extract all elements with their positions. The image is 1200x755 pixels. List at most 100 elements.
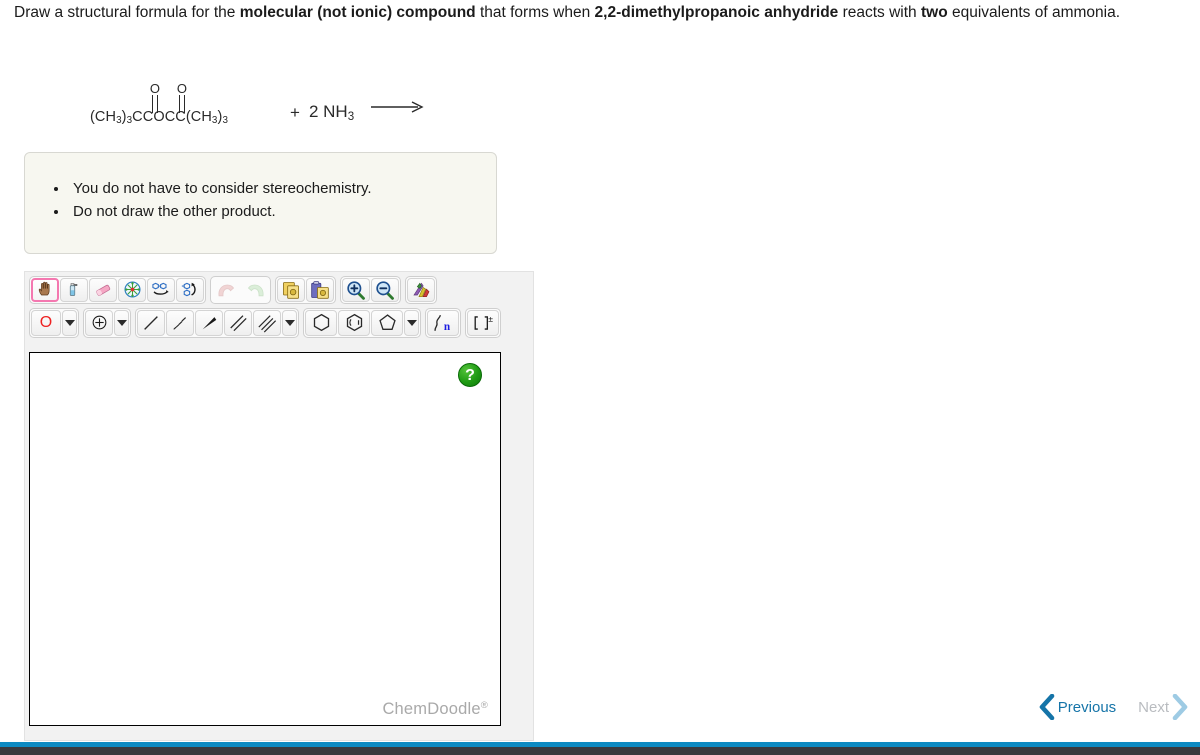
- repeat-unit-tool[interactable]: n: [427, 309, 459, 336]
- hexagon-icon: [313, 313, 329, 332]
- next-button[interactable]: Next: [1138, 694, 1188, 720]
- chemdoodle-sketcher: O n ± ? ChemDoodle®: [24, 271, 534, 741]
- instructions-list: You do not have to consider stereochemis…: [25, 153, 496, 224]
- prompt-bold-2: 2,2-dimethylpropanoic anhydride: [594, 4, 839, 21]
- hash-bond-tool[interactable]: [166, 309, 194, 336]
- optimize-tool[interactable]: [147, 277, 175, 302]
- toolbar-group-element: O: [29, 307, 79, 338]
- undo-icon: [217, 284, 234, 296]
- pentagon-icon: [378, 314, 396, 330]
- bond-single-icon: [144, 315, 158, 330]
- previous-label: Previous: [1057, 698, 1117, 716]
- carbonyl-group-2: O: [175, 81, 189, 113]
- svg-text:±: ±: [488, 314, 493, 324]
- element-button-oxygen[interactable]: O: [31, 309, 61, 336]
- list-item: Do not draw the other product.: [69, 201, 496, 224]
- benzene-tool[interactable]: [338, 309, 370, 336]
- template-tool[interactable]: [407, 277, 435, 302]
- prompt-segment-4: equivalents of ammonia.: [947, 4, 1121, 21]
- eraser-tool[interactable]: [89, 277, 117, 302]
- previous-button[interactable]: Previous: [1039, 694, 1116, 720]
- cyclohexane-tool[interactable]: [305, 309, 337, 336]
- paste-button[interactable]: [306, 277, 334, 302]
- bracket-tool[interactable]: ±: [467, 309, 499, 336]
- carbonyl-group-1: O: [148, 81, 162, 113]
- charge-tool[interactable]: [85, 309, 113, 336]
- chevron-down-icon: [284, 319, 295, 326]
- double-bond-tool[interactable]: [224, 309, 252, 336]
- double-bond-line: [152, 95, 158, 113]
- carbonyl-oxygen-label: O: [176, 81, 188, 96]
- toolbar-group-charge: [83, 307, 131, 338]
- flip-icon: [181, 282, 196, 297]
- chevron-down-icon: [64, 319, 75, 326]
- prompt-bold-3: two: [921, 4, 948, 21]
- toolbar-group-history: [210, 275, 271, 304]
- charge-dropdown-button[interactable]: [114, 309, 129, 336]
- ammonia-coefficient: 2: [308, 102, 319, 122]
- bond-dropdown-button[interactable]: [282, 309, 297, 336]
- bond-triple-icon: [258, 314, 277, 333]
- carbonyl-oxygen-label: O: [149, 81, 161, 96]
- zoom-in-button[interactable]: [342, 277, 370, 302]
- chemdoodle-logo: ChemDoodle®: [382, 700, 488, 719]
- chevron-left-icon: [1039, 694, 1055, 720]
- toolbar-group-bonds: [135, 307, 299, 338]
- ammonia-reagent: 2 NH3: [308, 102, 355, 123]
- toolbar-group-repeat: n: [425, 307, 461, 338]
- single-bond-tool[interactable]: [137, 309, 165, 336]
- center-tool[interactable]: [118, 277, 146, 302]
- prompt-segment-2: that forms when: [475, 4, 595, 21]
- chevron-down-icon: [406, 319, 417, 326]
- prompt-bold-1: molecular (not ionic) compound: [239, 4, 476, 21]
- toolbar-group-zoom: [340, 275, 401, 304]
- anhydride-structure: O O (CH3)3CCOCC(CH3)3: [90, 82, 228, 128]
- bond-wedge-icon: [202, 316, 217, 329]
- hand-tool[interactable]: [31, 277, 59, 302]
- element-dropdown-button[interactable]: [62, 309, 77, 336]
- plus-circle-icon: [92, 315, 106, 330]
- repeat-n-icon: n: [434, 314, 451, 332]
- hand-icon: [38, 281, 49, 296]
- svg-text:n: n: [444, 320, 451, 332]
- reaction-equation: O O (CH3)3CCOCC(CH3)3 + 2 NH3: [90, 66, 426, 128]
- instructions-box: You do not have to consider stereochemis…: [24, 152, 497, 254]
- redo-button[interactable]: [241, 278, 269, 302]
- cyclopentane-tool[interactable]: [371, 309, 403, 336]
- redo-icon: [247, 284, 264, 296]
- double-bond-line: [179, 95, 185, 113]
- triple-bond-tool[interactable]: [253, 309, 281, 336]
- copy-icon: [283, 281, 299, 299]
- undo-button[interactable]: [212, 278, 240, 302]
- navigation-controls: Previous Next: [1039, 694, 1188, 720]
- drawing-canvas[interactable]: ? ChemDoodle®: [29, 352, 501, 726]
- toolbar-group-bracket: ±: [465, 307, 501, 338]
- chemdoodle-brand-text: ChemDoodle: [382, 700, 481, 718]
- sketcher-toolbar-row-1: [25, 272, 533, 304]
- chevron-down-icon: [116, 319, 127, 326]
- spray-bottle-icon: [69, 283, 78, 296]
- copy-button[interactable]: [277, 277, 305, 302]
- zoom-out-button[interactable]: [371, 277, 399, 302]
- bracket-icon: ±: [474, 314, 493, 330]
- ring-dropdown-button[interactable]: [404, 309, 419, 336]
- wedge-bond-tool[interactable]: [195, 309, 223, 336]
- benzene-icon: [346, 313, 362, 332]
- prompt-segment-1: Draw a structural formula for the: [14, 4, 240, 21]
- eraser-icon: [96, 284, 111, 296]
- flip-tool[interactable]: [176, 277, 204, 302]
- list-item: You do not have to consider stereochemis…: [69, 178, 496, 201]
- toolbar-group-rings: [303, 307, 421, 338]
- bond-double-icon: [230, 314, 247, 331]
- footer-bar: [0, 747, 1200, 755]
- help-button[interactable]: ?: [458, 363, 482, 387]
- center-molecule-icon: [123, 281, 141, 298]
- toolbar-group-tools: [29, 275, 206, 304]
- sketcher-toolbar-row-2: O n ±: [25, 304, 533, 338]
- toolbar-group-templates: [405, 275, 437, 304]
- prompt-segment-3: reacts with: [838, 4, 921, 21]
- question-prompt: Draw a structural formula for the molecu…: [14, 2, 1174, 24]
- page-root: Draw a structural formula for the molecu…: [0, 0, 1200, 755]
- clear-tool[interactable]: [60, 277, 88, 302]
- next-label: Next: [1138, 698, 1169, 716]
